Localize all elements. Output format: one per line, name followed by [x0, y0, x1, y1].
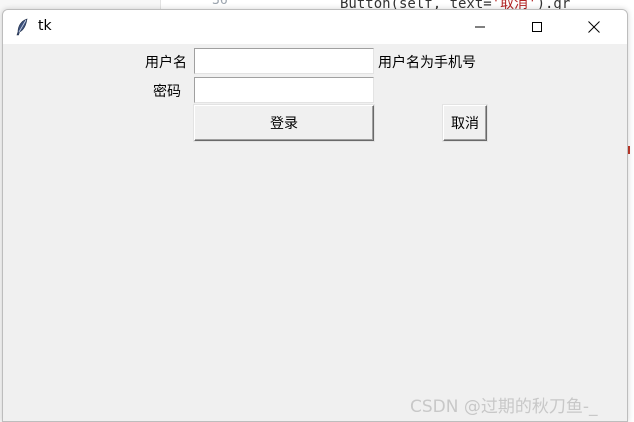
title-bar[interactable]: tk: [3, 10, 627, 44]
username-input[interactable]: [194, 48, 374, 74]
username-hint: 用户名为手机号: [378, 55, 476, 71]
password-label: 密码: [153, 84, 181, 100]
minimize-icon: [475, 26, 485, 28]
cancel-button-label: 取消: [451, 116, 479, 132]
close-button[interactable]: [571, 10, 617, 44]
desktop: 36 Button(self, text='取消').gr tk 用户名 用户名…: [0, 0, 634, 422]
background-editor-marker: [628, 146, 630, 154]
form-area: 用户名 用户名为手机号 密码 登录 取消: [3, 44, 627, 421]
login-button-label: 登录: [270, 116, 298, 132]
close-icon: [588, 21, 600, 33]
password-input[interactable]: [194, 77, 374, 103]
maximize-button[interactable]: [514, 10, 560, 44]
cancel-button[interactable]: 取消: [443, 105, 487, 141]
username-label: 用户名: [145, 55, 187, 71]
login-button[interactable]: 登录: [194, 105, 374, 141]
tk-window: tk 用户名 用户名为手机号 密码 登录 取消: [2, 9, 628, 422]
maximize-icon: [532, 22, 542, 32]
window-title: tk: [38, 18, 52, 34]
watermark: CSDN @过期的秋刀鱼-_: [410, 397, 598, 417]
editor-line-number: 36: [212, 0, 228, 8]
minimize-button[interactable]: [457, 10, 503, 44]
feather-icon: [16, 18, 28, 36]
